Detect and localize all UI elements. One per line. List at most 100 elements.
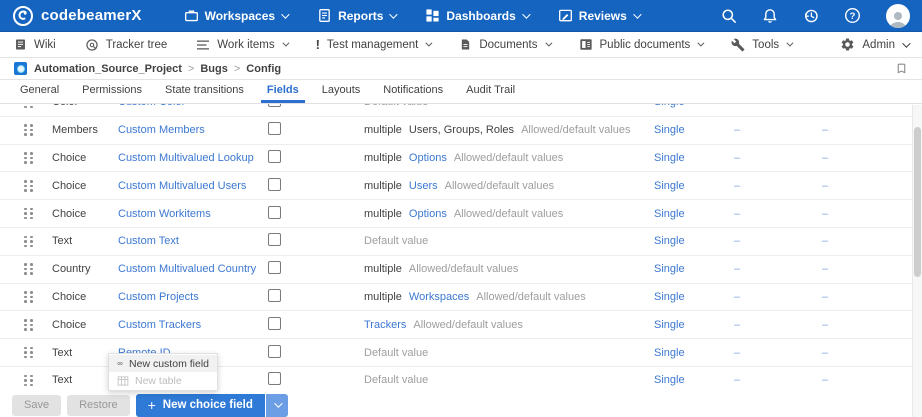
topbar-menu-workspaces[interactable]: Workspaces: [184, 8, 287, 23]
dash-link[interactable]: –: [734, 263, 822, 275]
dash-link[interactable]: –: [734, 374, 822, 386]
dash-link[interactable]: –: [734, 291, 822, 303]
vertical-scrollbar[interactable]: [912, 105, 922, 417]
dash-link[interactable]: –: [822, 124, 912, 136]
nav-item-admin[interactable]: Admin: [840, 37, 908, 52]
drag-handle-icon[interactable]: [24, 319, 33, 331]
bookmark-icon[interactable]: [895, 62, 908, 75]
field-checkbox[interactable]: [268, 150, 281, 163]
field-checkbox[interactable]: [268, 345, 281, 358]
tab-fields[interactable]: Fields: [261, 80, 305, 103]
notifications-icon[interactable]: [762, 8, 778, 24]
field-checkbox[interactable]: [268, 233, 281, 246]
field-checkbox[interactable]: [268, 317, 281, 330]
help-icon[interactable]: ?: [844, 7, 861, 24]
tab-layouts[interactable]: Layouts: [316, 80, 367, 103]
drag-handle-icon[interactable]: [24, 263, 33, 275]
field-checkbox[interactable]: [268, 261, 281, 274]
single-link[interactable]: Single: [654, 124, 734, 136]
save-button[interactable]: Save: [12, 395, 61, 416]
dash-link[interactable]: –: [822, 374, 912, 386]
drag-handle-icon[interactable]: [24, 347, 33, 359]
dash-link[interactable]: –: [822, 319, 912, 331]
single-link[interactable]: Single: [654, 374, 734, 386]
search-icon[interactable]: [721, 8, 737, 24]
field-checkbox[interactable]: [268, 372, 281, 385]
dash-link[interactable]: –: [822, 152, 912, 164]
dash-link[interactable]: –: [822, 180, 912, 192]
single-link[interactable]: Single: [654, 291, 734, 303]
value-link[interactable]: Options: [409, 152, 447, 164]
dash-link[interactable]: –: [822, 208, 912, 220]
dash-link[interactable]: –: [822, 104, 912, 108]
value-link[interactable]: Options: [409, 208, 447, 220]
drag-handle-icon[interactable]: [24, 152, 33, 164]
nav-item-tools[interactable]: Tools: [731, 38, 791, 52]
topbar-menu-reviews[interactable]: Reviews: [558, 8, 639, 23]
nav-item-documents[interactable]: Documents: [459, 38, 549, 51]
dash-link[interactable]: –: [822, 347, 912, 359]
field-checkbox[interactable]: [268, 289, 281, 302]
field-name-link[interactable]: Custom Projects: [118, 291, 268, 303]
breadcrumb-page[interactable]: Config: [246, 63, 281, 75]
codebeamer-logo[interactable]: codebeamerX: [12, 5, 142, 27]
dash-link[interactable]: –: [734, 208, 822, 220]
single-link[interactable]: Single: [654, 235, 734, 247]
field-checkbox[interactable]: [268, 206, 281, 219]
tab-permissions[interactable]: Permissions: [76, 80, 148, 103]
single-link[interactable]: Single: [654, 152, 734, 164]
field-name-link[interactable]: Custom Text: [118, 235, 268, 247]
dash-link[interactable]: –: [734, 319, 822, 331]
drag-handle-icon[interactable]: [24, 236, 33, 248]
tab-notifications[interactable]: Notifications: [377, 80, 449, 103]
nav-item-wiki[interactable]: Wiki: [14, 38, 56, 51]
drag-handle-icon[interactable]: [24, 375, 33, 387]
dash-link[interactable]: –: [734, 235, 822, 247]
field-name-link[interactable]: Custom Members: [118, 124, 268, 136]
dash-link[interactable]: –: [822, 235, 912, 247]
tab-state-transitions[interactable]: State transitions: [159, 80, 250, 103]
field-name-link[interactable]: Custom Multivalued Users: [118, 180, 268, 192]
new-field-dropdown-toggle[interactable]: [266, 394, 288, 417]
user-avatar[interactable]: [886, 4, 910, 28]
dash-link[interactable]: –: [822, 291, 912, 303]
field-name-link[interactable]: Custom Multivalued Lookup: [118, 152, 268, 164]
single-link[interactable]: Single: [654, 347, 734, 359]
dash-link[interactable]: –: [734, 180, 822, 192]
value-link[interactable]: Workspaces: [409, 291, 469, 303]
dash-link[interactable]: –: [734, 152, 822, 164]
new-choice-field-button[interactable]: + New choice field: [136, 394, 265, 417]
field-checkbox[interactable]: [268, 178, 281, 191]
scrollbar-thumb[interactable]: [914, 127, 921, 277]
drag-handle-icon[interactable]: [24, 180, 33, 192]
nav-item-test-management[interactable]: ! Test management: [316, 37, 431, 52]
field-name-link[interactable]: Custom Color: [118, 104, 268, 108]
menu-item-new-table[interactable]: New table: [109, 372, 217, 389]
single-link[interactable]: Single: [654, 104, 734, 108]
nav-item-work-items[interactable]: Work items: [196, 39, 286, 51]
dash-link[interactable]: –: [734, 124, 822, 136]
drag-handle-icon[interactable]: [24, 124, 33, 136]
field-checkbox[interactable]: [268, 104, 281, 107]
topbar-menu-dashboards[interactable]: Dashboards: [425, 8, 527, 23]
menu-item-new-custom-field[interactable]: New custom field: [109, 355, 217, 372]
single-link[interactable]: Single: [654, 180, 734, 192]
single-link[interactable]: Single: [654, 208, 734, 220]
nav-item-public-documents[interactable]: Public documents: [579, 38, 703, 51]
breadcrumb-project[interactable]: Automation_Source_Project: [34, 63, 182, 75]
single-link[interactable]: Single: [654, 263, 734, 275]
drag-handle-icon[interactable]: [24, 104, 33, 108]
field-checkbox[interactable]: [268, 122, 281, 135]
field-name-link[interactable]: Custom Multivalued Country: [118, 263, 268, 275]
restore-button[interactable]: Restore: [67, 395, 130, 416]
value-link[interactable]: Trackers: [364, 319, 406, 331]
value-link[interactable]: Users: [409, 180, 438, 192]
dash-link[interactable]: –: [734, 104, 822, 108]
nav-item-tracker-tree[interactable]: Tracker tree: [85, 38, 168, 52]
tab-general[interactable]: General: [14, 80, 65, 103]
drag-handle-icon[interactable]: [24, 208, 33, 220]
tab-audit-trail[interactable]: Audit Trail: [460, 80, 521, 103]
drag-handle-icon[interactable]: [24, 291, 33, 303]
breadcrumb-tracker[interactable]: Bugs: [200, 63, 228, 75]
dash-link[interactable]: –: [822, 263, 912, 275]
